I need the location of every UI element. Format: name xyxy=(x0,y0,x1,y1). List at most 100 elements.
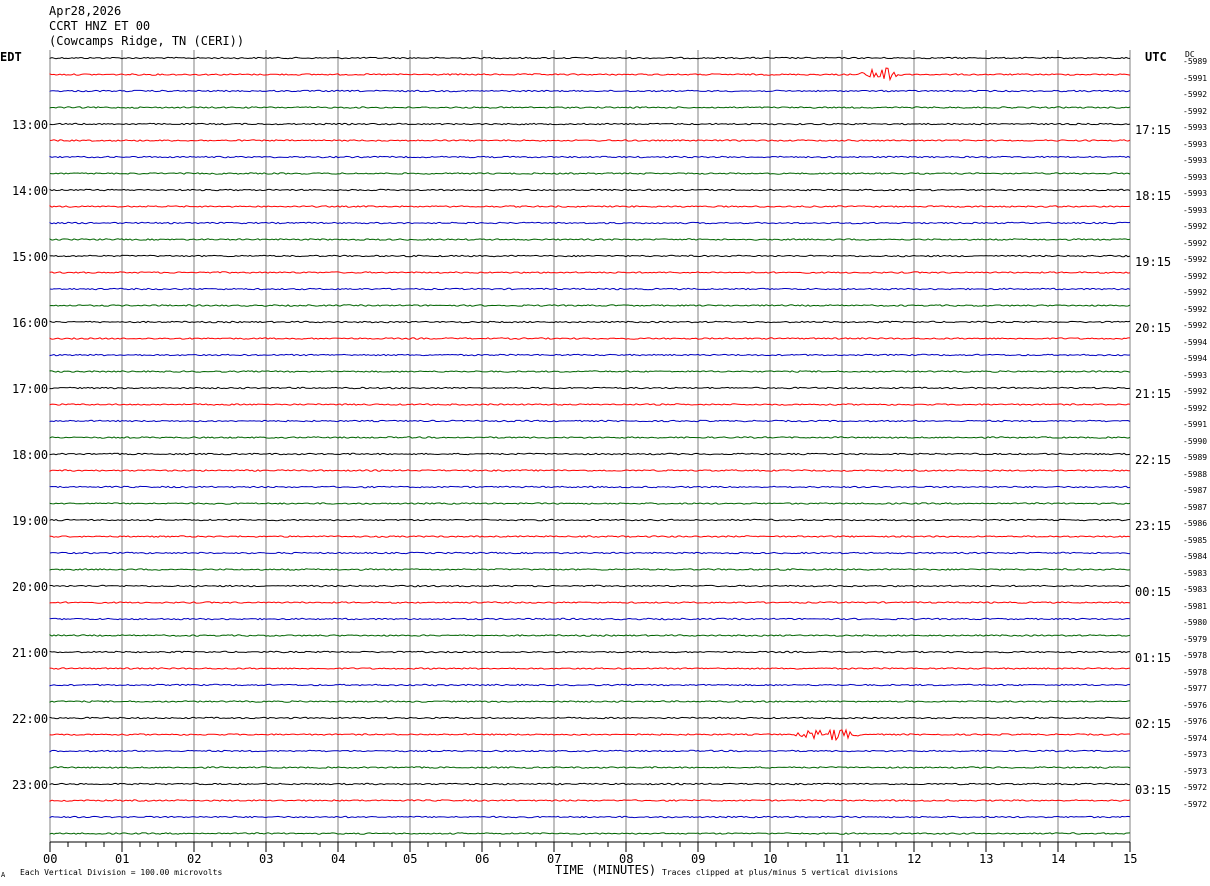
seismic-trace xyxy=(49,238,1131,241)
dc-offset-label: -5989 xyxy=(1183,57,1208,66)
seismic-trace xyxy=(49,221,1131,225)
dc-offset-label: -5993 xyxy=(1183,370,1208,380)
seismic-trace xyxy=(49,716,1131,720)
clip-note: Traces clipped at plus/minus 5 vertical … xyxy=(662,868,899,877)
edt-hour-label: 22:00 xyxy=(12,712,49,726)
edt-hour-label: 13:00 xyxy=(12,118,49,132)
seismic-trace xyxy=(49,419,1131,423)
dc-offset-label: -5992 xyxy=(1183,321,1208,330)
dc-offset-label: -5987 xyxy=(1183,502,1208,512)
seismic-trace xyxy=(49,815,1131,819)
x-tick-label: 09 xyxy=(691,852,706,866)
dc-offset-label: -5987 xyxy=(1183,486,1208,495)
seismic-trace xyxy=(49,254,1131,258)
dc-offset-label: -5990 xyxy=(1183,436,1208,446)
dc-offset-label: -5992 xyxy=(1183,90,1208,99)
dc-offset-label: -5992 xyxy=(1183,271,1208,281)
dc-offset-label: -5977 xyxy=(1183,684,1208,693)
x-tick-label: 11 xyxy=(835,852,850,866)
dc-offset-label: -5983 xyxy=(1183,585,1208,594)
utc-hour-label: 02:15 xyxy=(1135,717,1172,731)
dc-offset-label: -5992 xyxy=(1183,403,1208,413)
seismic-trace xyxy=(49,204,1131,208)
dc-offset-label: -5993 xyxy=(1183,189,1208,198)
dc-offset-label: -5991 xyxy=(1183,73,1208,83)
edt-hour-label: 16:00 xyxy=(12,316,49,330)
seismic-trace xyxy=(49,568,1131,571)
seismic-trace xyxy=(49,535,1131,538)
x-tick-label: 13 xyxy=(979,852,994,866)
edt-hour-label: 15:00 xyxy=(12,250,49,264)
seismic-trace xyxy=(49,139,1131,142)
x-tick-label: 15 xyxy=(1123,852,1138,866)
x-tick-label: 01 xyxy=(115,852,130,866)
seismic-trace xyxy=(49,634,1131,637)
seismic-trace xyxy=(49,469,1130,472)
seismic-trace xyxy=(49,650,1131,654)
seismic-trace xyxy=(49,749,1131,753)
utc-hour-label: 22:15 xyxy=(1135,453,1172,467)
dc-offset-label: -5989 xyxy=(1183,453,1208,462)
dc-offset-label: -5984 xyxy=(1183,552,1208,561)
dc-offset-label: -5985 xyxy=(1183,535,1208,545)
seismic-trace xyxy=(49,683,1130,687)
dc-offset-label: -5991 xyxy=(1183,420,1208,429)
dc-offset-label: -5992 xyxy=(1183,222,1208,231)
x-tick-label: 04 xyxy=(331,852,346,866)
seismic-trace xyxy=(49,287,1131,291)
dc-offset-label: -5992 xyxy=(1183,255,1208,264)
seismic-trace xyxy=(49,667,1131,670)
seismic-trace xyxy=(49,485,1131,489)
dc-offset-label: -5992 xyxy=(1183,288,1208,297)
dc-offset-label: -5986 xyxy=(1183,519,1208,528)
dc-offset-label: -5978 xyxy=(1183,667,1208,677)
utc-hour-label: 01:15 xyxy=(1135,651,1172,665)
edt-hour-label: 21:00 xyxy=(12,646,49,660)
dc-offset-label: -5993 xyxy=(1183,205,1208,215)
seismic-trace xyxy=(49,172,1131,175)
edt-hour-label: 20:00 xyxy=(12,580,49,594)
x-axis-label: TIME (MINUTES) xyxy=(555,863,657,877)
seismic-trace xyxy=(49,106,1131,109)
seismic-trace xyxy=(49,584,1131,588)
dc-offset-label: -5973 xyxy=(1183,766,1208,776)
dc-offset-label: -5994 xyxy=(1183,354,1208,363)
x-tick-label: 12 xyxy=(907,852,922,866)
seismic-trace xyxy=(49,56,1131,60)
dc-offset-label: -5978 xyxy=(1183,651,1208,660)
seismic-trace xyxy=(49,502,1131,505)
seismic-trace xyxy=(49,700,1131,703)
utc-hour-label: 00:15 xyxy=(1135,585,1172,599)
seismic-trace xyxy=(49,601,1131,604)
seismic-trace xyxy=(49,337,1130,340)
dc-offset-label: -5976 xyxy=(1183,717,1208,726)
dc-offset-label: -5983 xyxy=(1183,568,1208,578)
seismic-trace xyxy=(49,67,1131,82)
seismic-trace xyxy=(49,271,1131,274)
seismic-trace xyxy=(49,320,1131,324)
seismic-trace xyxy=(49,403,1131,406)
seismic-trace xyxy=(49,188,1131,192)
corner-mark: A xyxy=(1,871,6,879)
x-tick-label: 00 xyxy=(43,852,58,866)
dc-offset-label: -5993 xyxy=(1183,156,1208,165)
seismic-trace xyxy=(49,386,1131,390)
dc-offset-label: -5979 xyxy=(1183,634,1208,644)
dc-offset-label: -5980 xyxy=(1183,618,1208,627)
dc-offset-label: -5992 xyxy=(1183,238,1208,248)
dc-offset-label: -5994 xyxy=(1183,337,1208,347)
x-tick-label: 05 xyxy=(403,852,418,866)
scale-note: Each Vertical Division = 100.00 microvol… xyxy=(20,868,223,877)
seismic-trace xyxy=(49,799,1131,803)
seismic-trace xyxy=(49,353,1131,357)
seismic-trace xyxy=(49,728,1130,742)
utc-hour-label: 20:15 xyxy=(1135,321,1172,335)
seismic-trace xyxy=(49,452,1131,456)
x-tick-label: 14 xyxy=(1051,852,1066,866)
seismic-trace xyxy=(49,304,1131,307)
x-tick-label: 03 xyxy=(259,852,274,866)
dc-offset-label: -5974 xyxy=(1183,733,1208,743)
seismic-trace xyxy=(49,617,1131,621)
utc-hour-label: 18:15 xyxy=(1135,189,1172,203)
utc-hour-label: 21:15 xyxy=(1135,387,1172,401)
